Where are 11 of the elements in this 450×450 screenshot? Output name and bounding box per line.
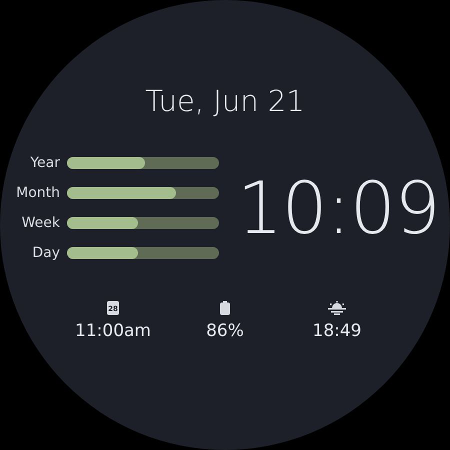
sunset-icon xyxy=(328,301,346,315)
clock-time: 10:09 xyxy=(237,168,440,248)
progress-label: Year xyxy=(29,155,60,171)
complication-value: 86% xyxy=(206,321,244,341)
progress-label: Month xyxy=(15,185,60,201)
complication-value: 18:49 xyxy=(312,321,362,341)
complication-value: 11:00am xyxy=(75,321,151,341)
progress-label: Week xyxy=(20,215,60,231)
battery-icon xyxy=(220,301,230,315)
progress-label: Day xyxy=(31,245,60,261)
date-text: Tue, Jun 21 xyxy=(145,83,305,120)
